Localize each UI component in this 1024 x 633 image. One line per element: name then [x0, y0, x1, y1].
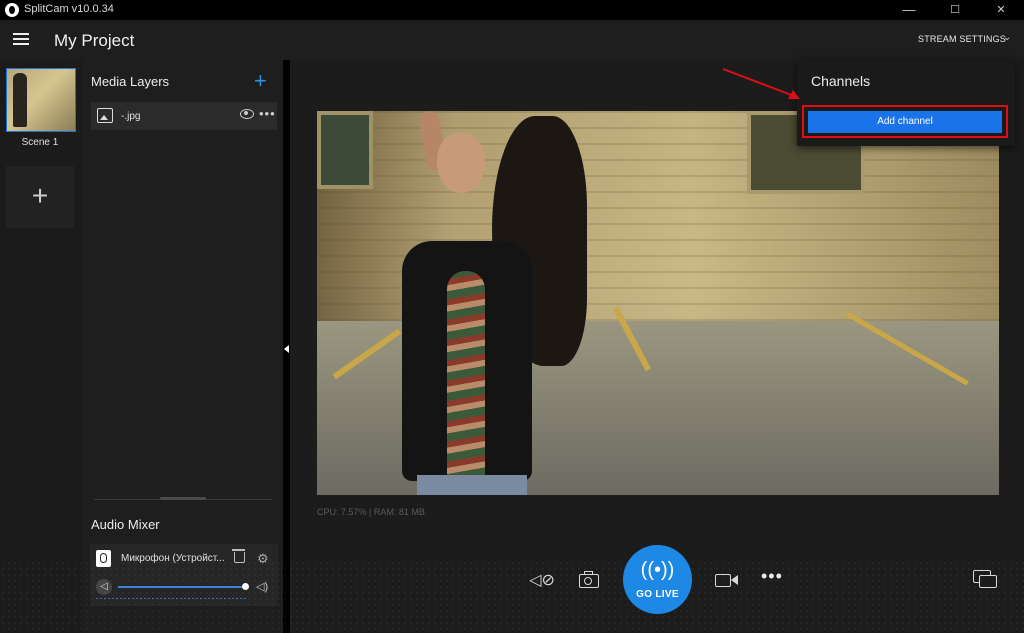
add-layer-button[interactable]: + [254, 68, 267, 94]
go-live-label: GO LIVE [636, 589, 679, 600]
stream-settings-button[interactable]: STREAM SETTINGS [918, 34, 1006, 44]
hamburger-menu-icon[interactable] [13, 33, 29, 45]
app-logo-icon [5, 3, 19, 17]
maximize-button[interactable]: ☐ [932, 0, 978, 20]
mute-audio-button[interactable]: ◁⊘ [529, 570, 555, 590]
broadcast-icon: ((•)) [640, 559, 675, 581]
cpu-ram-stats: CPU: 7.57% | RAM: 81 MB [317, 507, 425, 517]
add-scene-button[interactable]: + [6, 166, 74, 228]
mute-speaker-icon[interactable]: ◁ [96, 579, 112, 595]
project-title: My Project [54, 31, 135, 50]
image-icon [97, 108, 113, 123]
audio-device-name: Микрофон (Устройст... [121, 553, 225, 564]
media-layers-title: Media Layers [91, 74, 170, 89]
audio-mixer-title: Audio Mixer [91, 517, 160, 532]
plus-icon: + [31, 180, 49, 211]
video-preview [317, 111, 999, 495]
chat-button[interactable] [973, 568, 997, 588]
resize-handle[interactable] [160, 497, 206, 500]
minimize-button[interactable]: — [886, 0, 932, 20]
speaker-mute-icon: ◁⊘ [529, 572, 555, 589]
volume-slider-track[interactable] [118, 586, 246, 588]
more-controls-icon[interactable]: ••• [761, 566, 783, 587]
microphone-icon [96, 550, 111, 567]
layer-name: -.jpg [121, 111, 141, 122]
add-channel-button[interactable]: Add channel [808, 111, 1002, 133]
annotation-arrow [722, 68, 800, 99]
close-button[interactable]: ✕ [978, 0, 1024, 20]
channels-title: Channels [811, 73, 871, 89]
scene-thumbnail[interactable] [6, 68, 76, 132]
more-options-icon[interactable]: ••• [259, 106, 276, 121]
trash-icon[interactable] [232, 549, 245, 563]
gear-icon[interactable]: ⚙ [257, 551, 269, 567]
video-camera-icon [715, 574, 731, 587]
app-title: SplitCam v10.0.34 [24, 3, 114, 15]
title-bar [0, 0, 1024, 20]
visibility-eye-icon[interactable] [240, 109, 254, 119]
speaker-icon: ◁) [256, 581, 269, 593]
app-header [0, 20, 1024, 60]
chevron-down-icon[interactable]: ⌄ [1003, 32, 1011, 43]
go-live-button[interactable]: ((•)) GO LIVE [623, 545, 692, 614]
screenshot-button[interactable] [578, 569, 600, 589]
collapse-arrow-icon[interactable] [284, 345, 289, 353]
scene-label: Scene 1 [21, 137, 59, 148]
audio-level-meter [96, 598, 246, 599]
record-video-button[interactable] [715, 572, 739, 588]
volume-slider-handle[interactable] [242, 583, 249, 590]
